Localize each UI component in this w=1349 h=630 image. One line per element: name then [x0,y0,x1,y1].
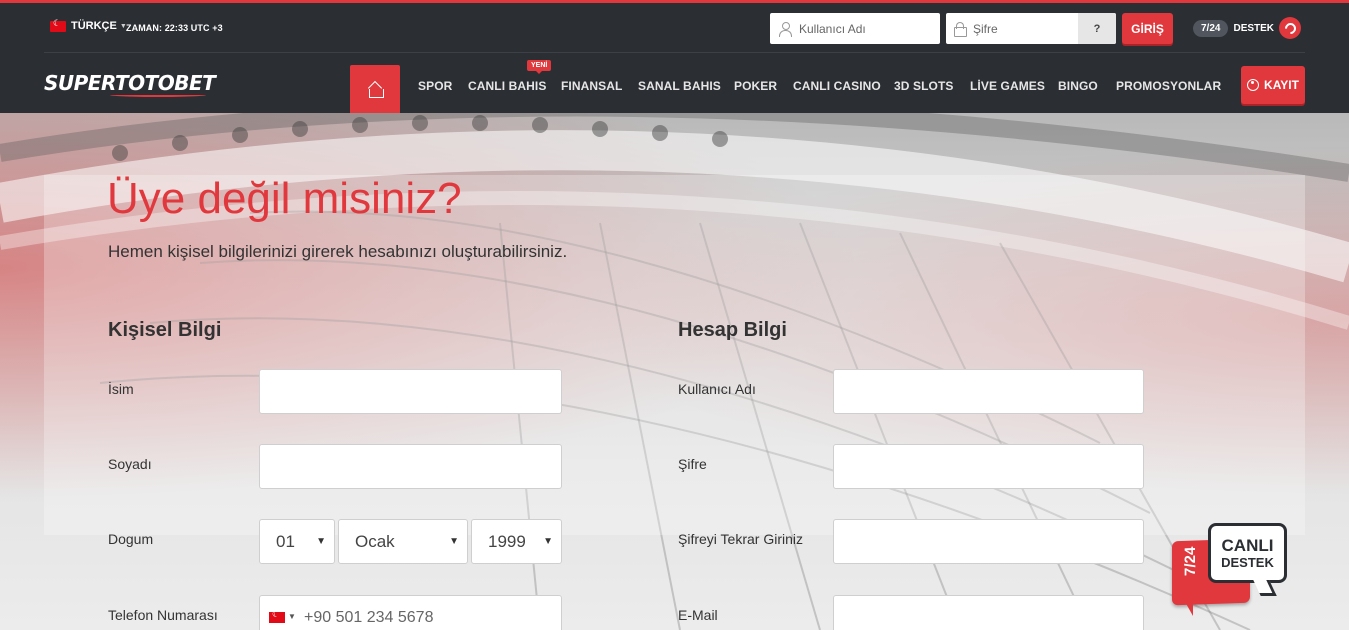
password-input[interactable] [834,445,1143,488]
login-username-field[interactable] [770,13,940,44]
birth-day-select[interactable]: 01 ▼ [259,519,335,564]
email-label: E-Mail [678,607,718,623]
register-label: KAYIT [1264,78,1299,92]
language-selector[interactable]: TÜRKÇE ▼ [50,18,127,32]
chevron-down-icon: ▼ [288,612,296,621]
logo-text: SUPERTOTOBET [44,71,216,95]
server-time: ZAMAN: 22:33 UTC +3 [126,23,223,33]
top-header: TÜRKÇE ▼ ZAMAN: 22:33 UTC +3 ? GİRİŞ 7/2… [0,0,1349,115]
password-repeat-input[interactable] [834,520,1143,563]
birth-year-select[interactable]: 1999 ▼ [471,519,562,564]
live-support-button[interactable]: CANLI DESTEK [1208,523,1287,583]
email-input[interactable] [834,596,1143,630]
home-button[interactable] [350,65,400,115]
logo-swoosh [110,93,206,97]
live-support-hours: 7/24 [1182,546,1199,577]
forgot-password-button[interactable]: ? [1078,13,1116,44]
page-subtitle: Hemen kişisel bilgilerinizi girerek hesa… [108,242,568,261]
nav-item-promosyonlar[interactable]: PROMOSYONLAR [1116,79,1221,93]
username-field[interactable] [833,369,1144,414]
login-password-input[interactable] [973,21,1093,36]
password-repeat-label: Şifreyi Tekrar Giriniz [678,531,803,547]
home-icon [368,84,384,98]
live-support-tail [1184,600,1193,616]
nav-item-finansal[interactable]: FINANSAL [561,79,622,93]
username-label: Kullanıcı Adı [678,381,756,397]
login-username-input[interactable] [799,21,919,36]
phone-input[interactable] [260,596,561,630]
nav-item-bingo[interactable]: BINGO [1058,79,1098,93]
site-logo[interactable]: SUPERTOTOBET [44,71,216,97]
live-support-line1: CANLI [1221,536,1274,555]
login-button[interactable]: GİRİŞ [1122,13,1173,44]
password-label: Şifre [678,456,707,472]
nav-item-sanal-bahis[interactable]: SANAL BAHIS [638,79,721,93]
phone-label: Telefon Numarası [108,607,218,623]
lock-icon [954,21,967,37]
surname-input[interactable] [260,445,561,488]
support-label: DESTEK [1233,22,1275,34]
caret-down-icon: ▼ [543,536,553,547]
register-button[interactable]: KAYIT [1241,66,1305,104]
support-hours-badge: 7/24 [1193,19,1229,37]
page-title: Üye değil misiniz? [107,174,462,223]
caret-down-icon: ▼ [316,536,326,547]
new-badge: YENİ [527,60,552,74]
birth-month-value: Ocak [355,531,395,551]
nav-item-canli-casino[interactable]: CANLI CASINO [793,79,881,93]
nav-item-poker[interactable]: POKER [734,79,777,93]
email-field[interactable] [833,595,1144,630]
turkey-flag-icon [50,18,66,32]
name-field[interactable] [259,369,562,414]
birth-month-select[interactable]: Ocak ▼ [338,519,468,564]
birth-year-value: 1999 [488,531,526,551]
birth-label: Dogum [108,531,154,547]
user-icon [778,21,792,37]
turkey-flag-icon[interactable] [269,609,285,623]
password-repeat-field[interactable] [833,519,1144,564]
user-circle-icon [1247,79,1260,91]
surname-field[interactable] [259,444,562,489]
language-label: TÜRKÇE [71,20,117,32]
account-section-title: Hesap Bilgi [678,319,787,341]
nav-item-spor[interactable]: SPOR [418,79,452,93]
headset-icon [1279,17,1302,39]
nav-item-live-games[interactable]: LİVE GAMES [970,79,1045,93]
password-field[interactable] [833,444,1144,489]
nav-item-canli-bahis[interactable]: CANLI BAHIS [468,79,546,93]
surname-label: Soyadı [108,456,152,472]
name-input[interactable] [260,370,561,413]
header-divider [44,52,1305,53]
live-support-line2: DESTEK [1221,555,1274,570]
caret-down-icon: ▼ [449,536,459,547]
phone-field[interactable]: ▼ [259,595,562,630]
login-password-field[interactable]: ? [946,13,1116,44]
birth-day-value: 01 [276,531,295,551]
personal-section-title: Kişisel Bilgi [108,319,222,341]
nav-item-3d-slots[interactable]: 3D SLOTS [894,79,953,93]
support-link[interactable]: 7/24 DESTEK [1193,17,1302,39]
username-input[interactable] [834,370,1143,413]
name-label: İsim [108,381,134,397]
